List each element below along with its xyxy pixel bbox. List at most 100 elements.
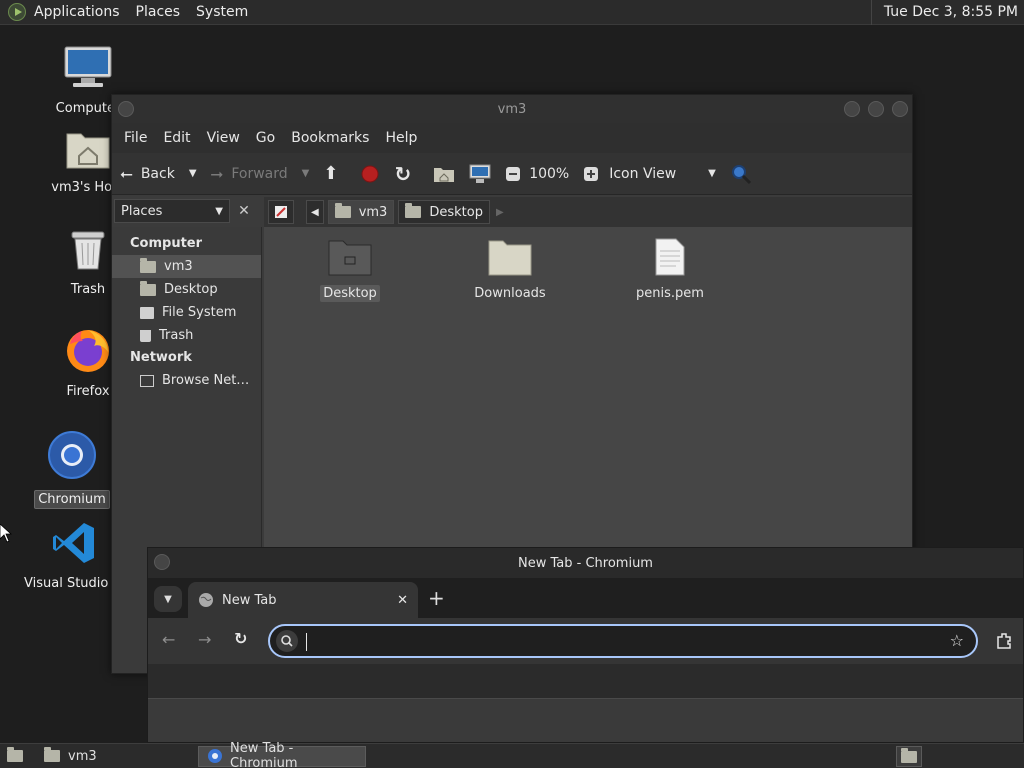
- menu-bookmarks[interactable]: Bookmarks: [283, 130, 377, 146]
- forward-history-dropdown-icon[interactable]: ▼: [302, 168, 310, 179]
- window-menu-button[interactable]: [154, 554, 170, 570]
- reload-icon: ↻: [394, 161, 412, 186]
- forward-label: Forward: [231, 165, 288, 182]
- window-title: vm3: [497, 101, 527, 117]
- maximize-button[interactable]: [868, 101, 884, 117]
- bookmark-star-icon[interactable]: ☆: [950, 631, 964, 650]
- menu-help[interactable]: Help: [377, 130, 425, 146]
- show-desktop-button[interactable]: [4, 746, 26, 766]
- file-manager-titlebar[interactable]: vm3: [112, 95, 912, 123]
- text-file-icon: [655, 238, 685, 276]
- back-arrow-icon[interactable]: ←: [162, 630, 175, 649]
- back-button[interactable]: ⭠ Back ▼: [120, 164, 197, 184]
- close-button[interactable]: [892, 101, 908, 117]
- taskbar-item-chromium[interactable]: New Tab - Chromium: [198, 741, 366, 768]
- sidebar-item-file-system[interactable]: File System: [112, 301, 261, 324]
- places-menu[interactable]: Places: [128, 4, 189, 20]
- desktop-icon-vscode[interactable]: Visual Studio Co: [24, 520, 130, 591]
- computer-icon: [64, 46, 112, 87]
- menu-view[interactable]: View: [199, 130, 248, 146]
- globe-icon: [199, 593, 213, 607]
- breadcrumb-vm3[interactable]: vm3: [327, 200, 395, 224]
- workspace-icon: [901, 747, 917, 763]
- applications-menu[interactable]: Applications: [26, 4, 128, 20]
- sidebar-item-label: Desktop: [164, 282, 218, 297]
- minimize-button[interactable]: [844, 101, 860, 117]
- back-label: Back: [140, 165, 175, 182]
- firefox-icon: [67, 330, 109, 372]
- file-name: Desktop: [320, 285, 380, 302]
- reload-button[interactable]: ↻: [394, 162, 419, 186]
- chevron-left-icon: ◀: [311, 206, 319, 218]
- home-folder-icon: [66, 133, 110, 169]
- toggle-location-entry-button[interactable]: [268, 200, 294, 224]
- extensions-icon[interactable]: [995, 631, 1015, 651]
- text-caret: [306, 633, 307, 651]
- new-tab-button[interactable]: +: [428, 586, 445, 610]
- forward-button[interactable]: ⭢ Forward ▼: [211, 164, 310, 184]
- workspace-switcher[interactable]: [896, 746, 922, 767]
- chevron-down-icon: ▼: [708, 168, 716, 179]
- chevron-down-icon: ▼: [215, 205, 223, 217]
- chromium-icon: [48, 431, 96, 479]
- sidebar-pane-select[interactable]: Places ▼: [114, 199, 230, 223]
- back-arrow-icon: ⭠: [120, 163, 133, 183]
- menu-edit[interactable]: Edit: [155, 130, 198, 146]
- breadcrumb-desktop[interactable]: Desktop: [398, 200, 490, 224]
- vscode-icon: [53, 523, 94, 563]
- back-history-dropdown-icon[interactable]: ▼: [189, 168, 197, 179]
- sidebar-heading-computer: Computer: [130, 236, 203, 251]
- mate-logo-icon[interactable]: [8, 3, 26, 21]
- sidebar-item-desktop[interactable]: Desktop: [112, 278, 261, 301]
- sidebar-item-trash[interactable]: Trash: [112, 324, 261, 347]
- edit-location-icon: [275, 206, 287, 218]
- up-button[interactable]: ⬆: [323, 163, 346, 184]
- view-mode-select[interactable]: Icon View ▼: [609, 166, 716, 182]
- taskbar-item-label: vm3: [68, 748, 97, 764]
- breadcrumb-right-arrow[interactable]: ▶: [494, 207, 504, 218]
- trash-icon: [71, 231, 105, 270]
- tab-search-button[interactable]: ▼: [154, 586, 182, 612]
- file-item-desktop[interactable]: Desktop: [290, 237, 410, 302]
- home-button[interactable]: [433, 165, 455, 183]
- chromium-window[interactable]: New Tab - Chromium ▼ New Tab ✕ + ← → ↻ ☆: [147, 547, 1024, 743]
- folder-icon: [488, 240, 532, 276]
- page-content[interactable]: [148, 698, 1023, 742]
- clock[interactable]: Tue Dec 3, 8:55 PM: [870, 0, 1024, 25]
- window-menu-button[interactable]: [118, 101, 134, 117]
- browser-toolbar: ← → ↻ ☆: [148, 618, 1023, 664]
- omnibox[interactable]: ☆: [268, 624, 978, 658]
- close-sidebar-button[interactable]: ✕: [232, 199, 256, 223]
- top-panel: Applications Places System Tue Dec 3, 8:…: [0, 0, 1024, 25]
- breadcrumb-left-arrow[interactable]: ◀: [306, 200, 324, 224]
- sidebar-item-browse-network[interactable]: Browse Net…: [112, 369, 261, 392]
- file-item-pem[interactable]: penis.pem: [610, 237, 730, 302]
- menu-go[interactable]: Go: [248, 130, 283, 146]
- menu-file[interactable]: File: [116, 130, 155, 146]
- zoom-in-button[interactable]: [583, 166, 599, 182]
- chromium-icon: [208, 749, 222, 763]
- computer-button[interactable]: [469, 164, 491, 184]
- file-item-downloads[interactable]: Downloads: [450, 237, 570, 302]
- sidebar-item-vm3[interactable]: vm3: [112, 255, 261, 278]
- forward-arrow-icon[interactable]: →: [198, 630, 211, 649]
- chromium-titlebar[interactable]: New Tab - Chromium: [148, 548, 1023, 578]
- forward-arrow-icon: ⭢: [210, 163, 224, 183]
- sidebar-item-label: Browse Net…: [162, 373, 250, 388]
- tab-new-tab[interactable]: New Tab ✕: [188, 582, 418, 618]
- desktop-icon-label: Visual Studio Co: [24, 576, 130, 591]
- zoom-out-button[interactable]: 100%: [505, 166, 569, 182]
- system-menu[interactable]: System: [188, 4, 256, 20]
- location-bar: ◀ vm3 Desktop ▶: [264, 197, 912, 227]
- reload-icon[interactable]: ↻: [234, 629, 247, 648]
- mouse-cursor-icon: [0, 524, 12, 543]
- up-arrow-icon: ⬆: [323, 163, 339, 184]
- window-title: New Tab - Chromium: [518, 555, 653, 571]
- desktop-icon-chromium[interactable]: Chromium: [22, 430, 122, 509]
- close-tab-icon[interactable]: ✕: [397, 593, 408, 608]
- sidebar-pane-value: Places: [121, 203, 163, 219]
- taskbar-item-vm3[interactable]: vm3: [36, 746, 196, 767]
- stop-button[interactable]: [360, 164, 380, 184]
- search-button[interactable]: [730, 163, 752, 185]
- search-icon: [276, 630, 298, 652]
